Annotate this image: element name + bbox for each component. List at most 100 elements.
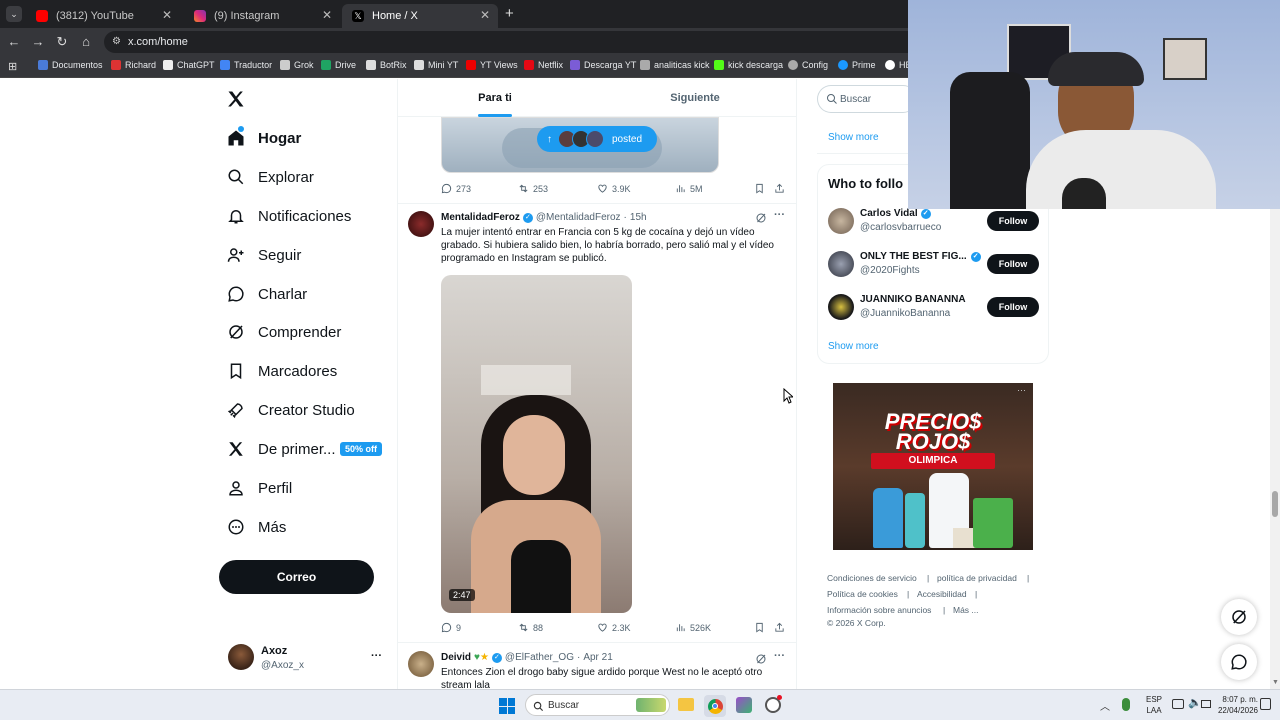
nav-grok[interactable]: Comprender bbox=[226, 320, 341, 344]
bookmark-action[interactable] bbox=[754, 183, 769, 194]
follow-button[interactable]: Follow bbox=[987, 211, 1039, 231]
nav-follow[interactable]: Seguir bbox=[226, 243, 301, 267]
footer-link[interactable]: política de privacidad bbox=[937, 573, 1017, 583]
account-switcher[interactable]: Axoz @Axoz_x ··· bbox=[226, 642, 386, 678]
language-indicator[interactable]: ESP LAA bbox=[1140, 694, 1168, 716]
bookmark[interactable]: Traductor bbox=[220, 60, 272, 70]
grok-fab[interactable] bbox=[1221, 599, 1257, 635]
footer-link[interactable]: Información sobre anuncios bbox=[827, 605, 931, 615]
suggestion-handle[interactable]: @carlosvbarrueco bbox=[860, 222, 941, 233]
bookmark[interactable]: Prime bbox=[838, 60, 876, 70]
tab-instagram[interactable]: (9) Instagram ✕ bbox=[184, 4, 340, 28]
nav-premium[interactable]: De primer... bbox=[226, 437, 336, 461]
notification-icon[interactable] bbox=[1260, 698, 1271, 710]
site-info-icon[interactable]: ⚙ bbox=[112, 31, 121, 53]
close-tab-icon[interactable]: ✕ bbox=[322, 8, 332, 22]
footer-link[interactable]: Accesibilidad bbox=[917, 589, 967, 599]
ad-banner[interactable]: ··· PRECIO$ ROJO$ OLIMPICA bbox=[833, 383, 1033, 550]
author-name[interactable]: Deivid bbox=[441, 652, 471, 663]
scroll-down-arrow[interactable]: ▼ bbox=[1272, 679, 1279, 686]
nav-bookmarks[interactable]: Marcadores bbox=[226, 359, 337, 383]
author-handle[interactable]: @MentalidadFeroz bbox=[536, 212, 621, 223]
suggestion-name[interactable]: JUANNIKO BANANNA bbox=[860, 294, 966, 305]
x-logo-icon[interactable] bbox=[226, 89, 246, 111]
post-time[interactable]: 15h bbox=[630, 212, 647, 223]
suggestion-name[interactable]: ONLY THE BEST FIG... ✓ bbox=[860, 251, 981, 262]
footer-link[interactable]: Política de cookies bbox=[827, 589, 898, 599]
share-action[interactable] bbox=[774, 183, 789, 194]
suggestion-name[interactable]: Carlos Vidal ✓ bbox=[860, 208, 931, 219]
views-action[interactable]: 526K bbox=[675, 622, 711, 633]
reply-action[interactable]: 273 bbox=[441, 183, 471, 194]
like-action[interactable]: 3.9K bbox=[597, 183, 631, 194]
bookmark[interactable]: Documentos bbox=[38, 60, 103, 70]
avatar[interactable] bbox=[828, 208, 854, 234]
show-hidden-icons[interactable]: ︿ bbox=[1100, 698, 1110, 713]
suggestion-handle[interactable]: @2020Fights bbox=[860, 265, 920, 276]
bookmark[interactable]: Descarga YT bbox=[570, 60, 636, 70]
bookmark[interactable]: analiticas kick bbox=[640, 60, 710, 70]
bookmark[interactable]: Netflix bbox=[524, 60, 563, 70]
microphone-icon[interactable] bbox=[1122, 698, 1130, 711]
bookmark[interactable]: BotRix bbox=[366, 60, 407, 70]
show-more-link[interactable]: Show more bbox=[828, 341, 879, 352]
share-action[interactable] bbox=[774, 622, 789, 633]
tab-x-home[interactable]: 𝕏 Home / X ✕ bbox=[342, 4, 498, 28]
repost-action[interactable]: 253 bbox=[518, 183, 548, 194]
repost-action[interactable]: 88 bbox=[518, 622, 543, 633]
scrollbar-thumb[interactable] bbox=[1272, 491, 1278, 517]
post-time[interactable]: Apr 21 bbox=[583, 652, 612, 663]
close-tab-icon[interactable]: ✕ bbox=[480, 8, 490, 22]
bookmark[interactable]: Richard bbox=[111, 60, 156, 70]
nav-notifications[interactable]: Notificaciones bbox=[226, 204, 351, 228]
bookmark[interactable]: Config bbox=[788, 60, 828, 70]
volume-icon[interactable]: 🔈 bbox=[1188, 696, 1202, 709]
bookmark[interactable]: kick descarga bbox=[714, 60, 783, 70]
author-name[interactable]: MentalidadFeroz bbox=[441, 212, 520, 223]
back-icon[interactable]: ← bbox=[6, 34, 22, 50]
avatar[interactable] bbox=[828, 251, 854, 277]
nav-explore[interactable]: Explorar bbox=[226, 165, 314, 189]
author-handle[interactable]: @ElFather_OG bbox=[505, 652, 574, 663]
chrome-icon[interactable] bbox=[704, 695, 726, 717]
close-tab-icon[interactable]: ✕ bbox=[162, 8, 172, 22]
address-bar[interactable]: ⚙ x.com/home bbox=[104, 31, 934, 53]
avatar[interactable] bbox=[828, 294, 854, 320]
nav-chat[interactable]: Charlar bbox=[226, 282, 307, 306]
taskbar-search[interactable]: Buscar bbox=[525, 694, 670, 716]
nav-profile[interactable]: Perfil bbox=[226, 476, 292, 500]
show-more-link[interactable]: Show more bbox=[828, 132, 879, 143]
tab-following[interactable]: Siguiente bbox=[592, 79, 796, 117]
messages-fab[interactable] bbox=[1221, 644, 1257, 680]
like-action[interactable]: 2.3K bbox=[597, 622, 631, 633]
reply-action[interactable]: 9 bbox=[441, 622, 461, 633]
account-more-icon[interactable]: ··· bbox=[371, 650, 382, 662]
nav-more[interactable]: Más bbox=[226, 515, 286, 539]
post-button[interactable]: Correo bbox=[219, 560, 374, 594]
post-more-icon[interactable]: ··· bbox=[774, 209, 785, 221]
tab-search-button[interactable]: ⌄ bbox=[6, 6, 22, 22]
bookmark-action[interactable] bbox=[754, 622, 769, 633]
post-more-icon[interactable]: ··· bbox=[774, 650, 785, 662]
clock[interactable]: 8:07 p. m. 22/04/2026 bbox=[1206, 694, 1258, 716]
post-avatar[interactable] bbox=[408, 211, 434, 237]
post-avatar[interactable] bbox=[408, 651, 434, 677]
home-icon[interactable]: ⌂ bbox=[78, 34, 94, 50]
grok-icon[interactable] bbox=[755, 211, 767, 223]
grok-icon[interactable] bbox=[755, 652, 767, 664]
bookmark[interactable]: YT Views bbox=[466, 60, 518, 70]
footer-link[interactable]: Más ... bbox=[953, 605, 979, 615]
apps-icon[interactable]: ⊞ bbox=[8, 60, 17, 73]
new-tab-button[interactable]: + bbox=[505, 5, 514, 22]
bookmark[interactable]: Grok bbox=[280, 60, 314, 70]
bookmark[interactable]: ChatGPT bbox=[163, 60, 215, 70]
nav-creator-studio[interactable]: Creator Studio bbox=[226, 398, 355, 422]
bookmark[interactable]: Drive bbox=[321, 60, 356, 70]
views-action[interactable]: 5M bbox=[675, 183, 703, 194]
tab-youtube[interactable]: (3812) YouTube ✕ bbox=[26, 4, 180, 28]
network-icon[interactable] bbox=[1172, 699, 1184, 709]
tab-for-you[interactable]: Para ti bbox=[398, 79, 592, 117]
file-explorer-icon[interactable] bbox=[678, 698, 694, 711]
search-input[interactable]: Buscar bbox=[817, 85, 917, 113]
post-video[interactable]: 2:47 bbox=[441, 275, 632, 613]
